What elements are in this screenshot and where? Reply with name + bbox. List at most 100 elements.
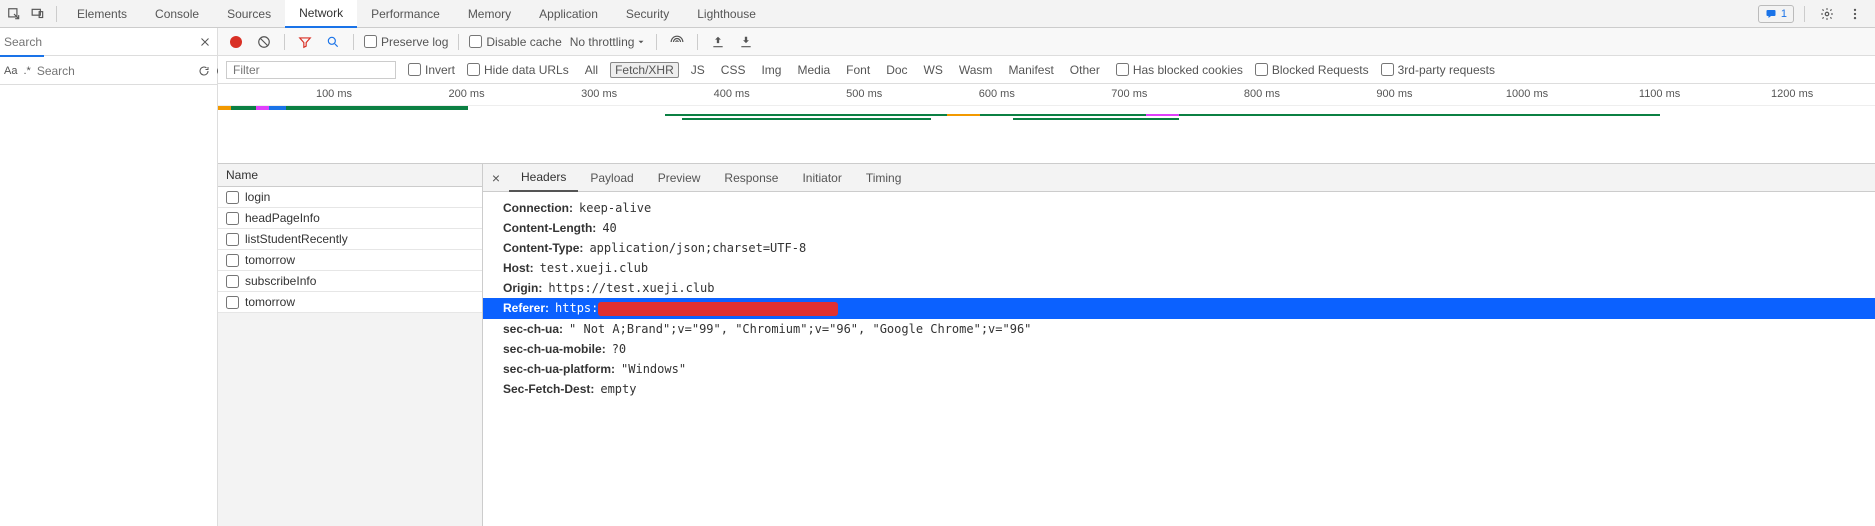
- tab-lighthouse[interactable]: Lighthouse: [683, 0, 770, 28]
- header-line: sec-ch-ua:" Not A;Brand";v="99", "Chromi…: [503, 319, 1875, 339]
- chip-other[interactable]: Other: [1066, 62, 1104, 78]
- throttling-select[interactable]: No throttling: [570, 35, 647, 49]
- row-checkbox[interactable]: [226, 233, 239, 246]
- chip-css[interactable]: CSS: [717, 62, 750, 78]
- row-checkbox[interactable]: [226, 254, 239, 267]
- third-party-checkbox[interactable]: 3rd-party requests: [1381, 63, 1495, 77]
- tab-sources[interactable]: Sources: [213, 0, 285, 28]
- request-row[interactable]: tomorrow: [218, 292, 482, 313]
- search-panel: Aa .*: [0, 28, 218, 526]
- separator: [56, 6, 57, 22]
- disable-cache-checkbox[interactable]: Disable cache: [469, 35, 561, 49]
- search-input[interactable]: [4, 35, 197, 49]
- issues-badge[interactable]: 1: [1758, 5, 1794, 23]
- tab-network[interactable]: Network: [285, 0, 357, 28]
- close-icon[interactable]: ×: [483, 170, 509, 186]
- chip-manifest[interactable]: Manifest: [1004, 62, 1057, 78]
- request-name: subscribeInfo: [245, 274, 316, 288]
- third-party-label: 3rd-party requests: [1398, 63, 1495, 77]
- request-row[interactable]: subscribeInfo: [218, 271, 482, 292]
- request-row[interactable]: listStudentRecently: [218, 229, 482, 250]
- dtab-preview[interactable]: Preview: [646, 164, 713, 192]
- chip-ws[interactable]: WS: [920, 62, 947, 78]
- header-value: https:: [555, 301, 838, 316]
- search-input-2[interactable]: [37, 64, 192, 78]
- refresh-icon[interactable]: [198, 63, 210, 79]
- request-row[interactable]: tomorrow: [218, 250, 482, 271]
- dtab-initiator[interactable]: Initiator: [790, 164, 853, 192]
- detail-panel: × Headers Payload Preview Response Initi…: [483, 164, 1875, 526]
- filter-bar: Invert Hide data URLs All Fetch/XHR JS C…: [218, 56, 1875, 84]
- dtab-timing[interactable]: Timing: [854, 164, 914, 192]
- timeline-bar: [269, 106, 286, 110]
- dtab-headers[interactable]: Headers: [509, 164, 578, 192]
- tab-elements[interactable]: Elements: [63, 0, 141, 28]
- tick: 600 ms: [979, 88, 1015, 100]
- tick: 200 ms: [449, 88, 485, 100]
- dtab-payload[interactable]: Payload: [578, 164, 645, 192]
- main-area: Aa .*: [0, 28, 1875, 526]
- search-row: [0, 28, 217, 56]
- kebab-icon[interactable]: [1843, 2, 1867, 26]
- tab-application[interactable]: Application: [525, 0, 612, 28]
- close-icon[interactable]: [197, 34, 213, 50]
- inspect-icon[interactable]: [2, 2, 26, 26]
- regex-toggle[interactable]: .*: [23, 65, 30, 77]
- header-line: sec-ch-ua-platform:"Windows": [503, 359, 1875, 379]
- search-icon[interactable]: [323, 32, 343, 52]
- tick: 100 ms: [316, 88, 352, 100]
- row-checkbox[interactable]: [226, 212, 239, 225]
- download-icon[interactable]: [736, 32, 756, 52]
- blocked-requests-checkbox[interactable]: Blocked Requests: [1255, 63, 1369, 77]
- redacted-block: [598, 302, 838, 316]
- badge-count: 1: [1781, 8, 1787, 20]
- header-line: Origin:https://test.xueji.club: [503, 278, 1875, 298]
- request-name: tomorrow: [245, 295, 295, 309]
- tab-security[interactable]: Security: [612, 0, 683, 28]
- headers-body[interactable]: Connection:keep-alive Content-Length:40 …: [483, 192, 1875, 526]
- separator: [697, 34, 698, 50]
- request-row[interactable]: headPageInfo: [218, 208, 482, 229]
- header-line: Content-Type:application/json;charset=UT…: [503, 238, 1875, 258]
- upload-icon[interactable]: [708, 32, 728, 52]
- hide-data-urls-checkbox[interactable]: Hide data URLs: [467, 63, 569, 77]
- timeline-overview[interactable]: 100 ms 200 ms 300 ms 400 ms 500 ms 600 m…: [218, 84, 1875, 164]
- row-checkbox[interactable]: [226, 275, 239, 288]
- match-case-toggle[interactable]: Aa: [4, 65, 17, 77]
- row-checkbox[interactable]: [226, 296, 239, 309]
- tab-console[interactable]: Console: [141, 0, 213, 28]
- has-blocked-cookies-checkbox[interactable]: Has blocked cookies: [1116, 63, 1243, 77]
- gear-icon[interactable]: [1815, 2, 1839, 26]
- row-checkbox[interactable]: [226, 191, 239, 204]
- network-toolbar: Preserve log Disable cache No throttling: [218, 28, 1875, 56]
- clear-icon[interactable]: [254, 32, 274, 52]
- preserve-log-checkbox[interactable]: Preserve log: [364, 35, 448, 49]
- hide-data-label: Hide data URLs: [484, 63, 569, 77]
- chip-wasm[interactable]: Wasm: [955, 62, 997, 78]
- filter-input[interactable]: [226, 61, 396, 79]
- network-conditions-icon[interactable]: [667, 32, 687, 52]
- request-row[interactable]: login: [218, 187, 482, 208]
- column-header-name[interactable]: Name: [218, 164, 482, 187]
- chip-all[interactable]: All: [581, 62, 602, 78]
- header-line: Sec-Fetch-Dest:empty: [503, 379, 1875, 399]
- chip-js[interactable]: JS: [687, 62, 709, 78]
- filter-icon[interactable]: [295, 32, 315, 52]
- tab-memory[interactable]: Memory: [454, 0, 525, 28]
- tab-performance[interactable]: Performance: [357, 0, 454, 28]
- chip-media[interactable]: Media: [793, 62, 834, 78]
- header-line-selected[interactable]: Referer:https:: [483, 298, 1875, 319]
- header-name: Origin:: [503, 281, 542, 295]
- device-mode-icon[interactable]: [26, 2, 50, 26]
- chip-font[interactable]: Font: [842, 62, 874, 78]
- chip-fetch-xhr[interactable]: Fetch/XHR: [610, 62, 679, 78]
- chip-doc[interactable]: Doc: [882, 62, 911, 78]
- separator: [656, 34, 657, 50]
- dtab-response[interactable]: Response: [712, 164, 790, 192]
- chip-img[interactable]: Img: [757, 62, 785, 78]
- header-line: Content-Length:40: [503, 218, 1875, 238]
- record-icon[interactable]: [226, 32, 246, 52]
- invert-checkbox[interactable]: Invert: [408, 63, 455, 77]
- header-value-text: https:: [555, 301, 598, 315]
- throttling-label: No throttling: [570, 35, 635, 49]
